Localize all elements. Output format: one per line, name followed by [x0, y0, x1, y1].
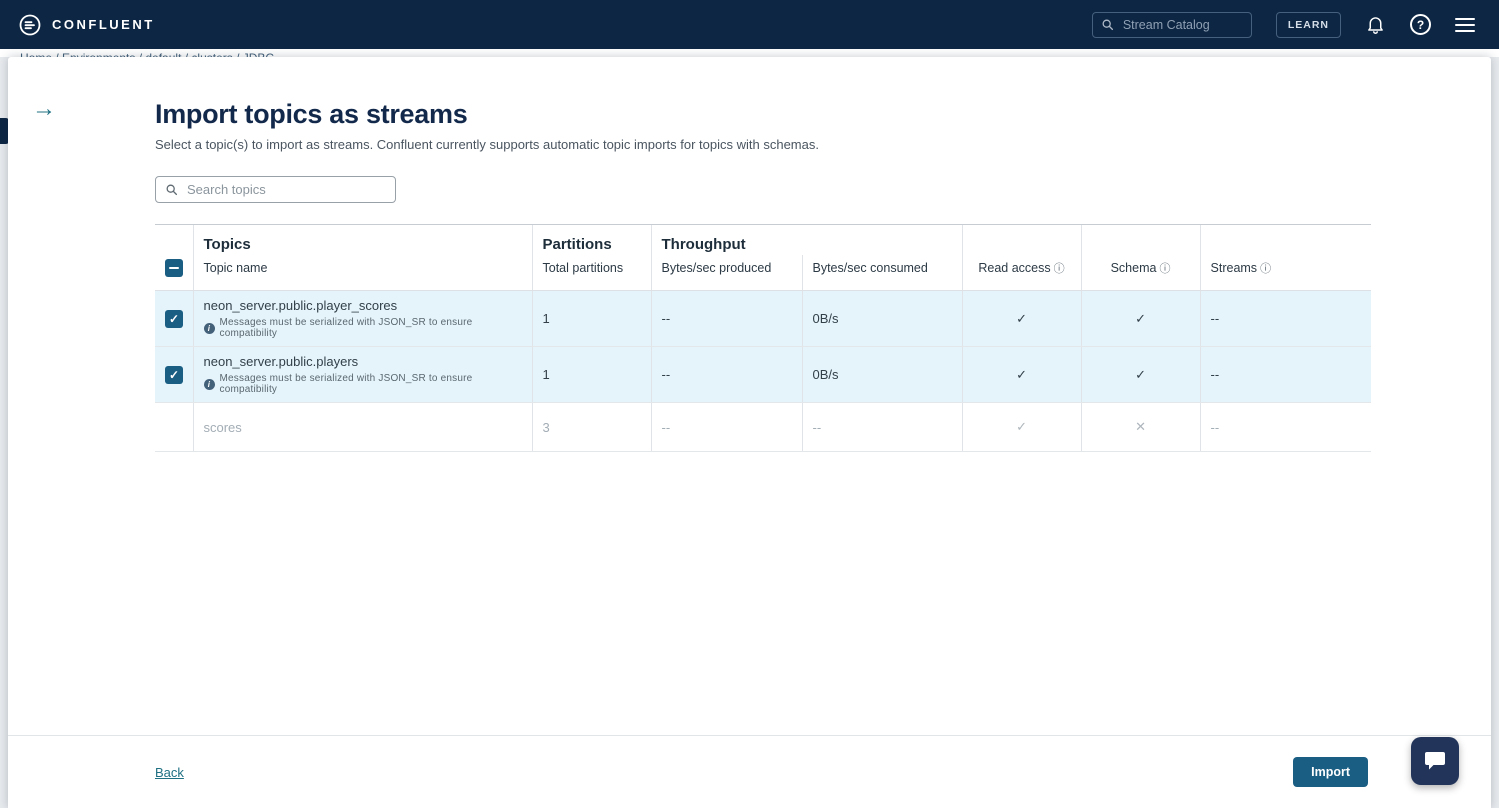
- page-subtitle: Select a topic(s) to import as streams. …: [155, 137, 1491, 152]
- confluent-logo-icon: [18, 13, 42, 37]
- brand-name: CONFLUENT: [52, 17, 155, 32]
- schema-value: ✕: [1081, 403, 1200, 452]
- breadcrumb: Home / Environments / default / clusters…: [0, 49, 1499, 57]
- help-icon[interactable]: ?: [1410, 14, 1431, 35]
- bytes-consumed-value: 0B/s: [802, 347, 962, 403]
- info-icon: i: [204, 323, 215, 334]
- page-title: Import topics as streams: [155, 99, 1491, 130]
- total-partitions-value: 3: [532, 403, 651, 452]
- select-all-checkbox[interactable]: [165, 259, 183, 277]
- col-group-partitions: Partitions: [532, 225, 651, 256]
- search-topics-input[interactable]: [185, 181, 386, 198]
- table-header-row: Topic name Total partitions Bytes/sec pr…: [155, 255, 1371, 291]
- col-read-access: Read accessⓘ: [962, 255, 1081, 291]
- indeterminate-minus-icon: [169, 267, 179, 269]
- checkmark-icon: ✓: [169, 312, 179, 326]
- import-topics-panel: → Import topics as streams Select a topi…: [8, 57, 1491, 808]
- col-group-throughput: Throughput: [651, 225, 962, 256]
- info-icon: ⓘ: [1054, 263, 1065, 275]
- help-question-glyph: ?: [1410, 14, 1431, 35]
- topic-name: scores: [204, 420, 522, 435]
- chat-bubble-icon: [1423, 749, 1447, 773]
- import-panel-body: Import topics as streams Select a topic(…: [8, 57, 1491, 452]
- schema-value: ✓: [1081, 291, 1200, 347]
- chat-widget-button[interactable]: [1411, 737, 1459, 785]
- table-row[interactable]: ✓ neon_server.public.player_scores i Mes…: [155, 291, 1371, 347]
- bytes-produced-value: --: [651, 403, 802, 452]
- bytes-produced-value: --: [651, 347, 802, 403]
- back-link[interactable]: Back: [155, 765, 184, 780]
- info-icon: ⓘ: [1260, 263, 1271, 275]
- table-row: scores 3 -- -- ✓ ✕ --: [155, 403, 1371, 452]
- table-group-header-row: Topics Partitions Throughput: [155, 225, 1371, 256]
- col-bytes-consumed: Bytes/sec consumed: [802, 255, 962, 291]
- navbar-actions: LEARN ?: [1092, 12, 1481, 38]
- col-bytes-produced: Bytes/sec produced: [651, 255, 802, 291]
- collapse-panel-arrow-icon[interactable]: →: [32, 97, 56, 121]
- col-streams: Streamsⓘ: [1200, 255, 1371, 291]
- read-access-value: ✓: [962, 347, 1081, 403]
- hamburger-menu-icon[interactable]: [1455, 18, 1481, 32]
- bytes-consumed-value: --: [802, 403, 962, 452]
- topic-note: i Messages must be serialized with JSON_…: [204, 373, 522, 395]
- notifications-bell-icon[interactable]: [1365, 14, 1386, 35]
- import-button[interactable]: Import: [1293, 757, 1368, 787]
- topic-name: neon_server.public.players: [204, 354, 522, 369]
- checkmark-icon: ✓: [169, 368, 179, 382]
- stream-catalog-search[interactable]: [1092, 12, 1252, 38]
- col-schema: Schemaⓘ: [1081, 255, 1200, 291]
- row-checkbox[interactable]: ✓: [165, 310, 183, 328]
- read-access-value: ✓: [962, 403, 1081, 452]
- schema-value: ✓: [1081, 347, 1200, 403]
- bytes-produced-value: --: [651, 291, 802, 347]
- topics-table: Topics Partitions Throughput Topic name …: [155, 224, 1371, 452]
- total-partitions-value: 1: [532, 347, 651, 403]
- search-icon: [1101, 18, 1114, 31]
- col-total-partitions: Total partitions: [532, 255, 651, 291]
- search-topics-box[interactable]: [155, 176, 396, 203]
- streams-value: --: [1200, 291, 1371, 347]
- read-access-value: ✓: [962, 291, 1081, 347]
- streams-value: --: [1200, 347, 1371, 403]
- search-icon: [165, 183, 178, 196]
- col-group-topics: Topics: [193, 225, 532, 256]
- stream-catalog-search-input[interactable]: [1121, 17, 1243, 33]
- panel-footer: Back Import: [8, 735, 1491, 808]
- table-row[interactable]: ✓ neon_server.public.players i Messages …: [155, 347, 1371, 403]
- col-topic-name: Topic name: [193, 255, 532, 291]
- total-partitions-value: 1: [532, 291, 651, 347]
- top-navbar: CONFLUENT LEARN ?: [0, 0, 1499, 49]
- info-icon: i: [204, 379, 215, 390]
- topic-note: i Messages must be serialized with JSON_…: [204, 317, 522, 339]
- confluent-home-link[interactable]: CONFLUENT: [18, 13, 155, 37]
- info-icon: ⓘ: [1159, 263, 1170, 275]
- topic-name: neon_server.public.player_scores: [204, 298, 522, 313]
- streams-value: --: [1200, 403, 1371, 452]
- bytes-consumed-value: 0B/s: [802, 291, 962, 347]
- learn-button[interactable]: LEARN: [1276, 12, 1341, 38]
- row-checkbox[interactable]: ✓: [165, 366, 183, 384]
